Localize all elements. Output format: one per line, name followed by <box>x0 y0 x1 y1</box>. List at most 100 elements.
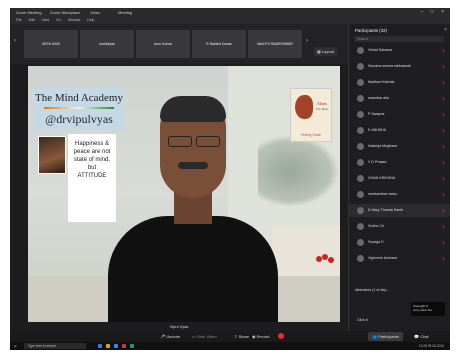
close-icon[interactable]: × <box>444 27 447 33</box>
thumb-tile[interactable]: ARYA HARI <box>24 30 78 58</box>
participant-row[interactable]: Swarga S ⦸ <box>349 236 450 249</box>
menu-go[interactable]: Go <box>56 18 61 22</box>
thumb-tile[interactable]: MAATHI RAMESHWAR <box>248 30 302 58</box>
mic-muted-icon: ⦸ <box>442 256 445 261</box>
menu-edit[interactable]: Edit <box>29 18 35 22</box>
avatar <box>357 191 364 198</box>
windows-start-icon[interactable]: ⊞ <box>14 342 17 350</box>
gallery-strip: ‹ ARYA HARI sushidipta Arun Kumar R Raks… <box>10 24 348 64</box>
participant-name: CHAN KRISHNA <box>368 176 396 180</box>
app-icon[interactable] <box>130 344 134 348</box>
tab-meeting[interactable]: Meeting <box>118 8 132 17</box>
mic-muted-icon: ⦸ <box>442 224 445 229</box>
mann-logo: Mann The Mind Feeling Good! <box>290 88 332 142</box>
record-button[interactable]: ◉ Record <box>252 331 270 342</box>
zoom-icon[interactable] <box>114 344 118 348</box>
mic-muted-icon: ⦸ <box>442 96 445 101</box>
mann-caption: Feeling Good! <box>300 133 322 137</box>
clock-time[interactable]: 10:28 <box>419 344 427 348</box>
chat-button[interactable]: 💬 Chat <box>414 331 429 342</box>
share-label: Share <box>238 334 250 339</box>
clock-date[interactable]: 09-05-2024 <box>428 344 444 348</box>
menu-view[interactable]: View <box>42 18 50 22</box>
quote-card: Happiness & peace are not state of mind,… <box>68 134 116 222</box>
mic-muted-icon: ⦸ <box>442 176 445 181</box>
leave-button[interactable] <box>278 333 284 339</box>
menu-help[interactable]: Help <box>87 18 94 22</box>
participant-name: P Swapna <box>368 112 385 116</box>
speaker-glasses <box>164 136 222 147</box>
mic-muted-icon: ⦸ <box>442 208 445 213</box>
avatar <box>357 111 364 118</box>
file-explorer-icon[interactable] <box>106 344 110 348</box>
speaker-shirt <box>108 216 278 322</box>
windows-taskbar: ⊞ Type here to search 10:28 09-05-2024 <box>10 342 450 350</box>
participant-name: Vighnesh Archana <box>368 256 398 260</box>
head-silhouette-icon <box>295 95 313 119</box>
layout-button[interactable]: ▦ Layout <box>314 47 337 56</box>
taskbar-search-input[interactable]: Type here to search <box>24 343 86 349</box>
task-view-icon[interactable] <box>98 344 102 348</box>
mic-muted-icon: ⦸ <box>442 64 445 69</box>
participant-row[interactable]: manohar alla ⦸ <box>349 92 450 105</box>
participant-name: Sumana seema rabhaavali <box>368 64 411 68</box>
academy-banner: The Mind Academy @drvipulvyas <box>34 88 124 130</box>
participants-button[interactable]: 👥 Participants <box>368 332 403 341</box>
tab-zoom-workplace[interactable]: Zoom Workplace <box>50 8 80 17</box>
participant-row[interactable]: Vighnesh Archana ⦸ <box>349 252 450 265</box>
avatar <box>357 63 364 70</box>
mic-muted-icon: ⦸ <box>442 48 445 53</box>
participant-row[interactable]: D Mary Thanda Santh ⦸ <box>349 204 450 217</box>
thumb-tile[interactable]: Arun Kumar <box>136 30 190 58</box>
participant-row[interactable]: V D Prasad ⦸ <box>349 156 450 169</box>
sofa <box>272 226 340 276</box>
record-label: Record <box>256 334 270 339</box>
participant-row[interactable]: CHAN KRISHNA ⦸ <box>349 172 450 185</box>
participant-row[interactable]: sreekanthan babu ⦸ <box>349 188 450 201</box>
quote-line: state of mind, <box>73 157 111 163</box>
minimize-icon[interactable]: – <box>420 9 423 15</box>
main-video: The Mind Academy @drvipulvyas Happiness … <box>28 66 340 322</box>
maximize-icon[interactable]: □ <box>431 9 434 15</box>
menu-window[interactable]: Window <box>68 18 80 22</box>
participant-row[interactable]: Sumana seema rabhaavali ⦸ <box>349 60 450 73</box>
avatar <box>357 143 364 150</box>
attendees-header[interactable]: Attendees (1 of dep... <box>355 288 389 292</box>
academy-title: The Mind Academy <box>35 92 123 104</box>
close-icon[interactable]: × <box>441 9 444 15</box>
meeting-toolbar: 🎤 Unmute ▭ Start Video ⇪ Share ◉ Record … <box>10 331 450 342</box>
participant-row[interactable]: Vishal Sahasra ⦸ <box>349 44 450 57</box>
system-tray: 10:28 09-05-2024 <box>419 342 444 350</box>
panel-title: Participants (32) <box>355 28 387 33</box>
click-row[interactable]: Click it <box>357 318 368 322</box>
avatar <box>357 239 364 246</box>
tab-zoom-meeting[interactable]: Zoom Meeting <box>16 8 42 17</box>
participant-row[interactable]: Madhavi Kalvala ⦸ <box>349 76 450 89</box>
start-video-button[interactable]: ▭ Start Video <box>192 331 217 342</box>
participant-row[interactable]: P Swapna ⦸ <box>349 108 450 121</box>
mic-muted-icon: ⦸ <box>442 160 445 165</box>
participant-row[interactable]: K ANUSHA ⦸ <box>349 124 450 137</box>
thumb-tile[interactable]: R Rakshit Kumar <box>192 30 246 58</box>
quote-line: but <box>87 165 97 171</box>
thumb-tile[interactable]: sushidipta <box>80 30 134 58</box>
chevron-right-icon[interactable]: › <box>306 38 308 44</box>
participant-name: Swarga S <box>368 240 384 244</box>
unmute-button[interactable]: 🎤 Unmute <box>160 331 180 342</box>
participant-name: Nakireja Meghana <box>368 144 398 148</box>
tab-video[interactable]: Video <box>90 8 100 17</box>
chrome-icon[interactable] <box>122 344 126 348</box>
flower-vase <box>314 254 336 268</box>
tricolor-underline <box>44 107 114 109</box>
participant-search-input[interactable]: Search <box>354 36 444 42</box>
chevron-left-icon[interactable]: ‹ <box>14 38 16 44</box>
quote-line: peace are not <box>73 149 111 155</box>
participants-panel: Participants (32) × Search Vishal Sahasr… <box>348 24 450 331</box>
menu-file[interactable]: File <box>16 18 22 22</box>
participant-row[interactable]: Nakireja Meghana ⦸ <box>349 140 450 153</box>
mic-muted-icon: ⦸ <box>442 80 445 85</box>
avatar <box>357 255 364 262</box>
avatar <box>357 47 364 54</box>
participant-row[interactable]: Sudha Ch ⦸ <box>349 220 450 233</box>
share-button[interactable]: ⇪ Share <box>234 331 249 342</box>
